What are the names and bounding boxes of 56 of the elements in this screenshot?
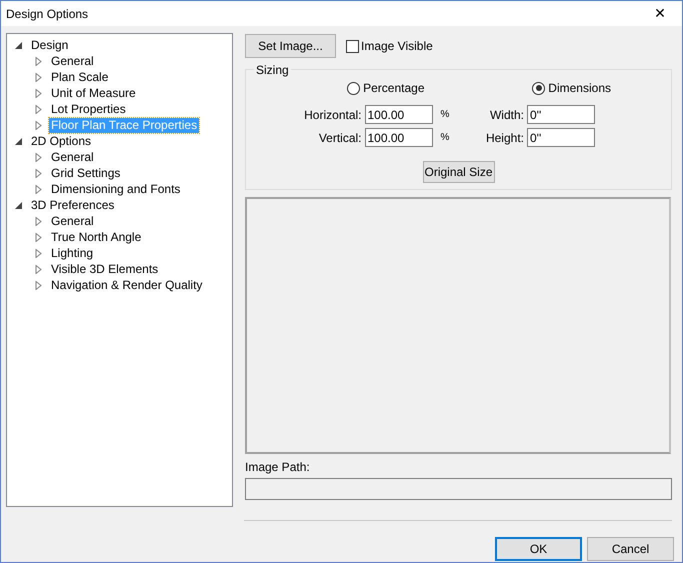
original-size-button[interactable]: Original Size	[422, 161, 494, 183]
expanded-arrow-icon[interactable]	[14, 136, 23, 146]
field-label: Height:	[486, 130, 524, 144]
unit-label: %	[440, 132, 450, 143]
window-title: Design Options	[6, 6, 88, 20]
radio-button[interactable]	[532, 82, 546, 94]
collapsed-arrow-icon[interactable]	[34, 264, 43, 274]
collapsed-arrow-icon[interactable]	[34, 72, 43, 82]
collapsed-arrow-icon[interactable]	[34, 56, 43, 66]
image-path-field[interactable]	[245, 478, 672, 500]
field-label: Vertical:	[318, 130, 362, 144]
unit-label: %	[440, 109, 450, 120]
collapsed-arrow-icon[interactable]	[34, 248, 43, 258]
tree-item[interactable]: Grid Settings	[49, 166, 122, 180]
field-label: Image Path:	[245, 460, 311, 474]
tree-item[interactable]: Design	[29, 38, 70, 52]
tree-item[interactable]: Navigation & Render Quality	[49, 278, 204, 292]
expanded-arrow-icon[interactable]	[14, 200, 23, 210]
radio-label: Percentage	[363, 81, 424, 95]
cancel-button[interactable]: Cancel	[587, 537, 674, 561]
collapsed-arrow-icon[interactable]	[34, 88, 43, 98]
field-label: Width:	[490, 108, 524, 122]
input-field[interactable]: 0''	[527, 128, 595, 147]
collapsed-arrow-icon[interactable]	[34, 280, 43, 290]
collapsed-arrow-icon[interactable]	[34, 216, 43, 226]
checkbox-label: Image Visible	[361, 39, 433, 53]
tree-item[interactable]: General	[49, 214, 96, 228]
radio-label: Dimensions	[548, 81, 611, 95]
collapsed-arrow-icon[interactable]	[34, 120, 43, 130]
close-button[interactable]: ✕	[638, 1, 682, 26]
expanded-arrow-icon[interactable]	[14, 40, 23, 50]
set-image-button[interactable]: Set Image...	[245, 34, 336, 58]
tree-item[interactable]: Visible 3D Elements	[49, 262, 160, 276]
ok-button[interactable]: OK	[495, 537, 582, 561]
collapsed-arrow-icon[interactable]	[34, 232, 43, 242]
tree-item[interactable]: Dimensioning and Fonts	[49, 182, 182, 196]
tree-item[interactable]: 2D Options	[29, 134, 94, 148]
tree-item[interactable]: Lighting	[49, 246, 96, 260]
tree-item[interactable]: 3D Preferences	[29, 198, 116, 212]
radio-button[interactable]	[347, 82, 360, 94]
collapsed-arrow-icon[interactable]	[34, 168, 43, 178]
collapsed-arrow-icon[interactable]	[34, 184, 43, 194]
group-title: Sizing	[254, 63, 291, 77]
tree-item[interactable]: General	[49, 54, 96, 68]
input-field[interactable]: 0''	[527, 105, 595, 124]
collapsed-arrow-icon[interactable]	[34, 104, 43, 114]
tree-item[interactable]: Lot Properties	[49, 102, 128, 116]
tree-item[interactable]: Unit of Measure	[49, 86, 138, 100]
image-visible-checkbox[interactable]	[346, 40, 359, 52]
field-label: Horizontal:	[304, 108, 362, 122]
input-field[interactable]: 100.00	[364, 128, 432, 147]
collapsed-arrow-icon[interactable]	[34, 152, 43, 162]
tree-item[interactable]: Plan Scale	[49, 70, 110, 84]
tree-item[interactable]: General	[49, 150, 96, 164]
input-field[interactable]: 100.00	[364, 105, 432, 124]
tree-item[interactable]: True North Angle	[49, 230, 144, 244]
